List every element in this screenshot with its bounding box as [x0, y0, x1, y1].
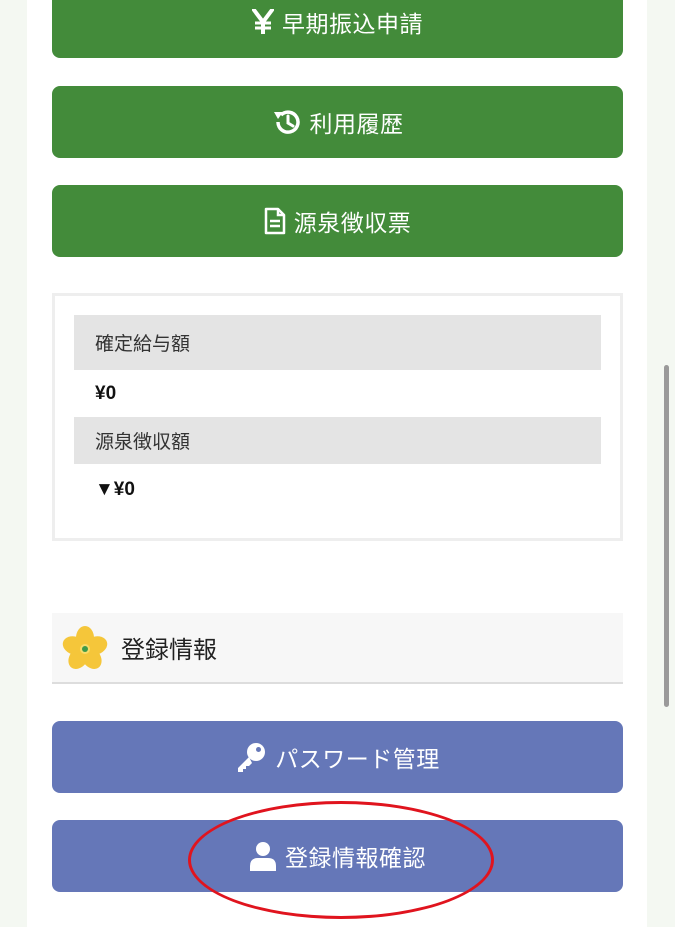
withholding-amount-value: ▼¥0 — [95, 479, 135, 500]
confirmed-salary-value: ¥0 — [95, 383, 117, 404]
document-icon — [264, 207, 286, 235]
confirmed-salary-label: 確定給与額 — [74, 315, 601, 370]
early-transfer-button[interactable]: 早期振込申請 — [52, 0, 623, 58]
early-transfer-label: 早期振込申請 — [282, 12, 423, 38]
registration-section-title: 登録情報 — [121, 636, 217, 664]
usage-history-label: 利用履歴 — [309, 112, 404, 138]
scrollbar-thumb[interactable] — [664, 365, 669, 707]
key-icon — [235, 741, 267, 773]
password-management-label: パスワード管理 — [275, 747, 440, 773]
usage-history-button[interactable]: 利用履歴 — [52, 86, 623, 158]
salary-summary-panel: 確定給与額 ¥0 源泉徴収額 ▼¥0 — [52, 293, 623, 541]
registration-confirm-button[interactable]: 登録情報確認 — [52, 820, 623, 892]
registration-section-header: 登録情報 — [52, 613, 623, 684]
flower-icon — [61, 625, 109, 671]
user-icon — [249, 841, 277, 871]
registration-confirm-label: 登録情報確認 — [285, 846, 426, 872]
history-icon — [272, 108, 302, 136]
withholding-amount-label: 源泉徴収額 — [74, 417, 601, 464]
page-container: 早期振込申請 利用履歴 源泉徴収票 確定給与額 ¥0 源泉徴収額 ▼¥0 登録情… — [27, 0, 647, 927]
withholding-slip-button[interactable]: 源泉徴収票 — [52, 185, 623, 257]
withholding-slip-label: 源泉徴収票 — [293, 211, 412, 237]
password-management-button[interactable]: パスワード管理 — [52, 721, 623, 793]
yen-icon — [252, 9, 274, 35]
